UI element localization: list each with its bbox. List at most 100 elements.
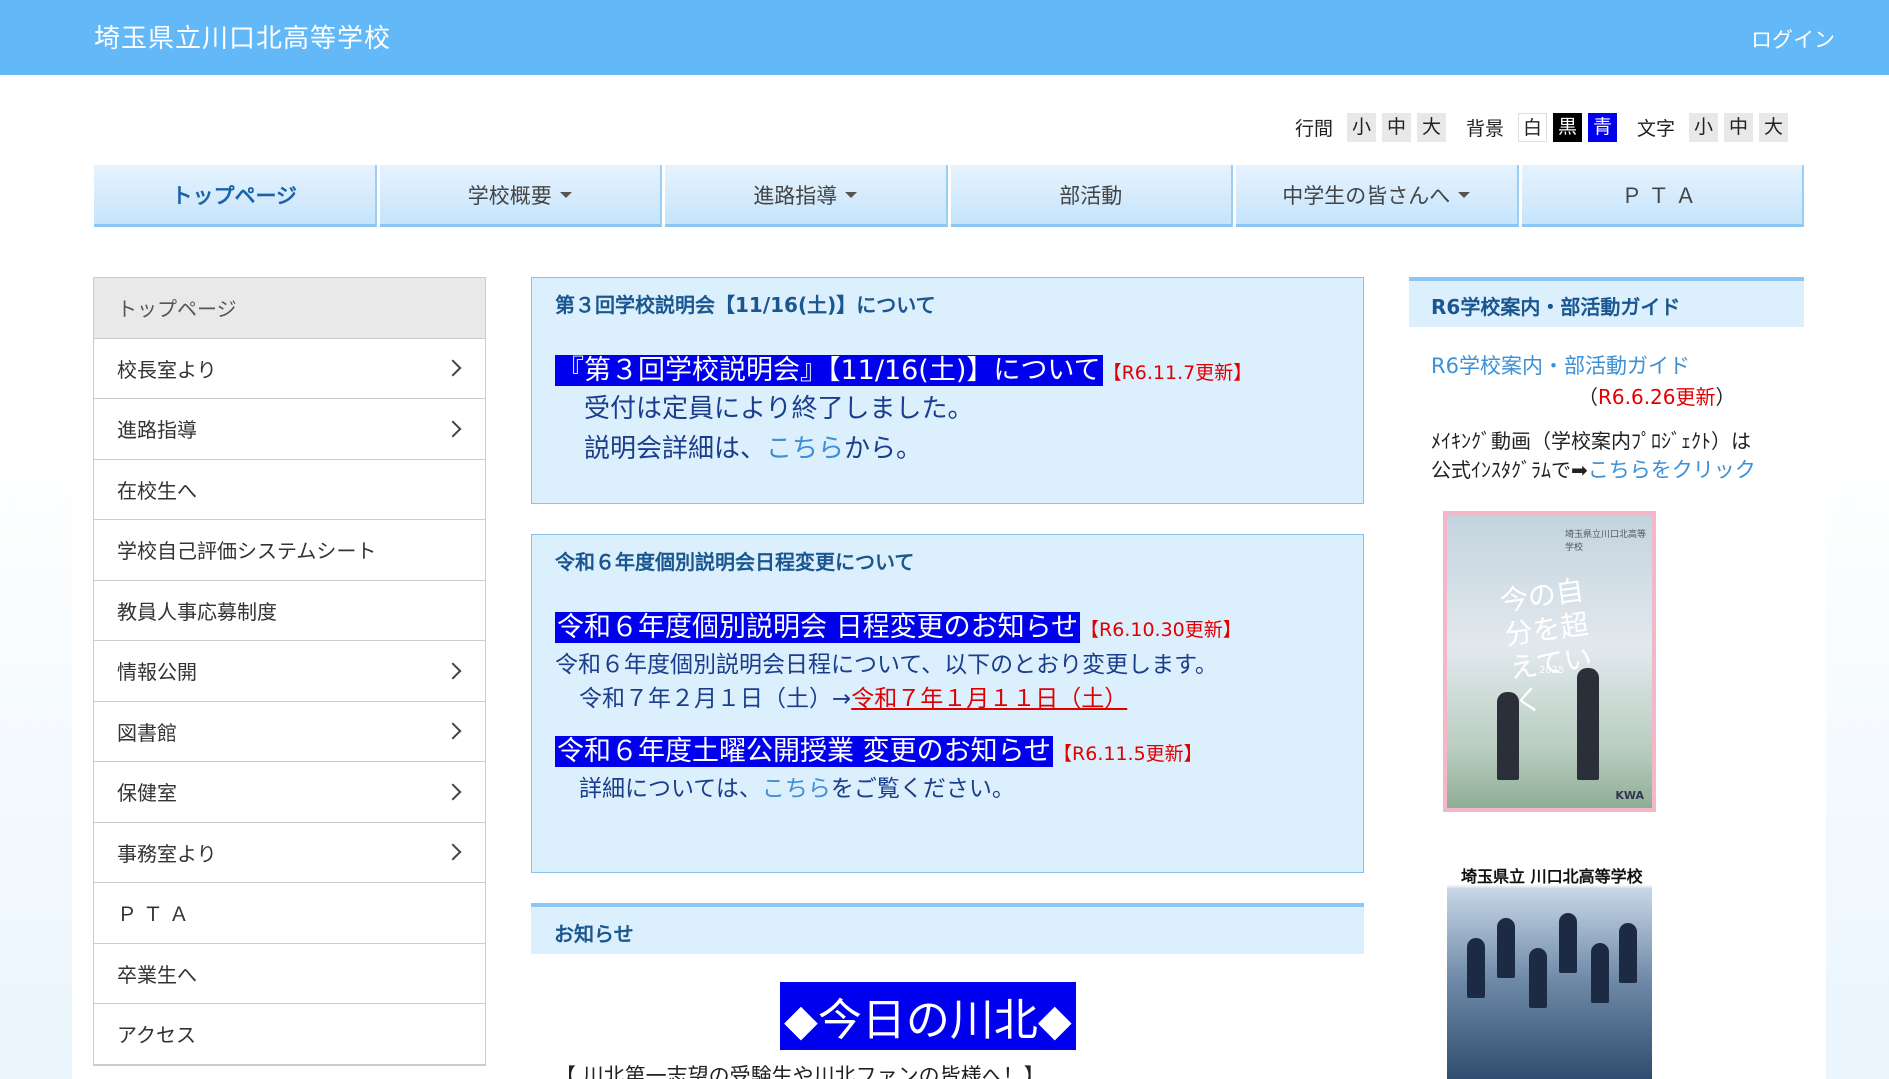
nav-club-activities[interactable]: 部活動 — [950, 165, 1233, 227]
chevron-right-icon — [444, 722, 462, 740]
details-link[interactable]: こちら — [762, 776, 831, 802]
news-header: お知らせ — [531, 903, 1364, 954]
sidebar-item-label: トップページ — [117, 297, 237, 322]
details-link[interactable]: こちら — [766, 434, 844, 464]
sidebar-item-staff-recruitment[interactable]: 教員人事応募制度 — [94, 580, 485, 641]
accessibility-controls: 行間 小 中 大 背景 白 黒 青 文字 小 中 大 — [1295, 113, 1808, 142]
chevron-right-icon — [444, 662, 462, 680]
text-size-medium[interactable]: 中 — [1724, 113, 1754, 142]
background-black[interactable]: 黒 — [1553, 113, 1583, 142]
panel-headline-row: 令和６年度土曜公開授業 変更のお知らせ 【R6.11.5更新】 — [555, 729, 1203, 768]
text-size-small[interactable]: 小 — [1689, 113, 1719, 142]
poster-title: 埼玉県立 川口北高等学校 — [1461, 867, 1643, 886]
student-figure — [1467, 938, 1485, 998]
paren: （ — [1578, 385, 1598, 409]
sidebar-item-label: 教員人事応募制度 — [117, 599, 277, 624]
chevron-right-icon — [444, 420, 462, 438]
panel-text: 受付は定員により終了しました。 — [584, 394, 974, 424]
panel-text: 令和７年２月１日（土）→ — [579, 686, 852, 712]
panel-text-row: 説明会詳細は、こちらから。 — [584, 428, 922, 465]
poster-year: 2025 — [1539, 665, 1565, 676]
sidebar-item-library[interactable]: 図書館 — [94, 701, 485, 762]
background-group: 背景 白 黒 青 — [1466, 113, 1618, 142]
guide-title: R6学校案内・部活動ガイド — [1431, 295, 1681, 319]
line-spacing-group: 行間 小 中 大 — [1295, 113, 1447, 142]
chevron-right-icon — [444, 783, 462, 801]
student-figure — [1497, 918, 1515, 978]
nav-label: 学校概要 — [467, 183, 552, 208]
caret-down-icon — [559, 191, 572, 198]
sidebar-item-office[interactable]: 事務室より — [94, 822, 485, 883]
text-size-large[interactable]: 大 — [1759, 113, 1789, 142]
sidebar-item-disclosure[interactable]: 情報公開 — [94, 641, 485, 702]
nav-school-overview[interactable]: 学校概要 — [379, 165, 662, 227]
panel-headline: 『第３回学校説明会』【11/16(土)】について — [555, 355, 1103, 386]
update-date: R6.6.26更新 — [1598, 385, 1716, 409]
sidebar-item-label: 校長室より — [117, 357, 217, 382]
new-date-text: 令和７年１月１１日（土） — [851, 686, 1128, 712]
sidebar-item-principal[interactable]: 校長室より — [94, 338, 485, 399]
panel-text: 令和６年度個別説明会日程について、以下のとおり変更します。 — [555, 652, 1218, 678]
info-session-panel: 第３回学校説明会【11/16(土)】について 『第３回学校説明会』【11/16(… — [531, 277, 1364, 504]
guide-header: R6学校案内・部活動ガイド — [1409, 277, 1804, 327]
panel-text: から。 — [844, 434, 923, 464]
background-white[interactable]: 白 — [1518, 113, 1548, 142]
update-note: 【R6.11.5更新】 — [1053, 743, 1203, 765]
line-spacing-large[interactable]: 大 — [1417, 113, 1447, 142]
instagram-text-row: 公式ｲﾝｽﾀｸﾞﾗﾑで➡こちらをクリック — [1431, 454, 1756, 484]
panel-headline-row: 『第３回学校説明会』【11/16(土)】について 【R6.11.7更新】 — [555, 348, 1252, 387]
sidebar-item-health-room[interactable]: 保健室 — [94, 762, 485, 823]
sidebar-item-label: 保健室 — [117, 781, 177, 806]
paren: ） — [1715, 385, 1736, 409]
text-size-group: 文字 小 中 大 — [1637, 113, 1789, 142]
nav-label: ＰＴＡ — [1621, 183, 1703, 208]
sidebar-item-label: 図書館 — [117, 720, 177, 745]
news-title: お知らせ — [554, 922, 634, 946]
main-nav: トップページ 学校概要 進路指導 部活動 中学生の皆さんへ ＰＴＡ — [94, 165, 1804, 227]
panel-title: 第３回学校説明会【11/16(土)】について — [555, 293, 936, 317]
chevron-right-icon — [444, 359, 462, 377]
login-link[interactable]: ログイン — [1751, 24, 1835, 54]
sidebar-item-graduates[interactable]: 卒業生へ — [94, 943, 485, 1004]
nav-junior-high-students[interactable]: 中学生の皆さんへ — [1236, 165, 1519, 227]
nav-career-guidance[interactable]: 進路指導 — [665, 165, 948, 227]
instagram-text: 公式ｲﾝｽﾀｸﾞﾗﾑで➡ — [1431, 458, 1588, 482]
sidebar-item-label: 在校生へ — [117, 478, 197, 503]
school-guide-poster[interactable]: 埼玉県立川口北高等学校 今の自分を超えていく 2025 KWA — [1443, 511, 1656, 812]
sidebar-item-pta[interactable]: ＰＴＡ — [94, 883, 485, 944]
sidebar-item-students[interactable]: 在校生へ — [94, 459, 485, 520]
text-size-label: 文字 — [1637, 118, 1676, 140]
sidebar-item-career[interactable]: 進路指導 — [94, 399, 485, 460]
today-banner: ◆今日の川北◆ — [780, 982, 1076, 1050]
nav-label: 部活動 — [1059, 183, 1123, 208]
student-figure — [1591, 943, 1609, 1003]
student-figure — [1559, 913, 1577, 973]
sidebar-item-label: 進路指導 — [117, 418, 197, 443]
student-figure — [1619, 923, 1637, 983]
panel-text-row: 令和７年２月１日（土）→令和７年１月１１日（土） — [579, 679, 1127, 713]
news-text: 【 川北第一志望の受験生や川北ファンの皆様へ！】 — [555, 1064, 1045, 1079]
line-spacing-medium[interactable]: 中 — [1382, 113, 1412, 142]
guide-link[interactable]: R6学校案内・部活動ガイド — [1431, 350, 1690, 380]
sidebar-item-self-evaluation[interactable]: 学校自己評価システムシート — [94, 520, 485, 581]
panel-text: をご覧ください。 — [830, 776, 1015, 802]
student-figure — [1529, 948, 1547, 1008]
background-blue[interactable]: 青 — [1588, 113, 1618, 142]
chevron-right-icon — [444, 843, 462, 861]
line-spacing-small[interactable]: 小 — [1347, 113, 1377, 142]
panel-text-row: 詳細については、こちらをご覧ください。 — [579, 769, 1015, 803]
nav-top-page[interactable]: トップページ — [94, 165, 377, 227]
sidebar-item-access[interactable]: アクセス — [94, 1004, 485, 1065]
sidebar-item-label: 学校自己評価システムシート — [117, 539, 377, 564]
instagram-link[interactable]: こちらをクリック — [1588, 458, 1756, 482]
update-note: 【R6.11.7更新】 — [1102, 362, 1253, 384]
sidebar-menu: トップページ 校長室より 進路指導 在校生へ 学校自己評価システムシート 教員人… — [93, 277, 486, 1066]
sidebar-item-top-page[interactable]: トップページ — [94, 278, 485, 339]
panel-text: 説明会詳細は、 — [584, 434, 767, 464]
student-figure — [1497, 692, 1519, 780]
club-guide-poster[interactable]: 埼玉県立 川口北高等学校 — [1447, 858, 1652, 1079]
nav-pta[interactable]: ＰＴＡ — [1521, 165, 1804, 227]
top-bar: 埼玉県立川口北高等学校 ログイン — [0, 0, 1889, 75]
site-title[interactable]: 埼玉県立川口北高等学校 — [94, 18, 391, 55]
sidebar-item-label: 卒業生へ — [117, 962, 197, 987]
